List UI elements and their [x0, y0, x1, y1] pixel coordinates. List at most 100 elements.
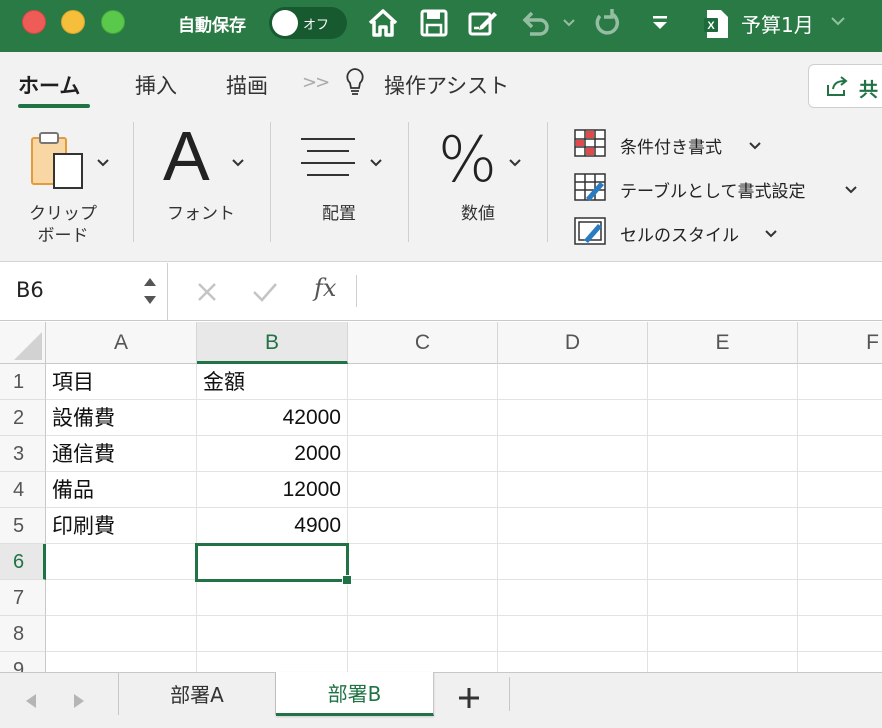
- cell-b7[interactable]: [197, 580, 348, 616]
- sheet-tab-b[interactable]: 部署B: [276, 672, 434, 716]
- tab-insert[interactable]: 挿入: [135, 70, 177, 100]
- row-header-3[interactable]: 3: [0, 436, 46, 472]
- confirm-entry-icon[interactable]: [252, 281, 278, 303]
- cell-e5[interactable]: [648, 508, 798, 544]
- column-header-a[interactable]: A: [46, 322, 197, 364]
- row-header-5[interactable]: 5: [0, 508, 46, 544]
- save-icon[interactable]: [417, 6, 451, 40]
- cell-f1[interactable]: [798, 364, 882, 400]
- cell-b2[interactable]: 42000: [197, 400, 348, 436]
- close-window-button[interactable]: [22, 10, 46, 34]
- row-header-8[interactable]: 8: [0, 616, 46, 652]
- cell-b5[interactable]: 4900: [197, 508, 348, 544]
- font-group[interactable]: A フォント: [145, 117, 255, 252]
- cell-f4[interactable]: [798, 472, 882, 508]
- row-header-2[interactable]: 2: [0, 400, 46, 436]
- cell-d8[interactable]: [498, 616, 648, 652]
- insert-function-button[interactable]: fx: [314, 274, 336, 302]
- cell-c1[interactable]: [348, 364, 498, 400]
- cancel-entry-icon[interactable]: [196, 281, 218, 303]
- add-sheet-icon[interactable]: [456, 685, 482, 711]
- cell-f9[interactable]: [798, 652, 882, 672]
- cell-e9[interactable]: [648, 652, 798, 672]
- cell-e6[interactable]: [648, 544, 798, 580]
- formula-input[interactable]: [364, 263, 874, 320]
- alignment-dropdown-chevron-icon[interactable]: [369, 158, 383, 168]
- cell-b3[interactable]: 2000: [197, 436, 348, 472]
- cell-e4[interactable]: [648, 472, 798, 508]
- column-header-e[interactable]: E: [648, 322, 798, 364]
- clipboard-dropdown-chevron-icon[interactable]: [96, 158, 110, 168]
- cell-e7[interactable]: [648, 580, 798, 616]
- cell-c3[interactable]: [348, 436, 498, 472]
- cell-styles-button[interactable]: セルのスタイル: [574, 216, 882, 250]
- conditional-format-button[interactable]: 条件付き書式: [574, 128, 882, 162]
- cell-d3[interactable]: [498, 436, 648, 472]
- cell-b1[interactable]: 金額: [197, 364, 348, 400]
- clipboard-group[interactable]: クリップ ボード: [10, 122, 120, 252]
- cell-styles-chevron-icon[interactable]: [764, 229, 778, 239]
- minimize-window-button[interactable]: [61, 10, 85, 34]
- cell-c5[interactable]: [348, 508, 498, 544]
- conditional-format-chevron-icon[interactable]: [748, 141, 762, 151]
- tab-draw[interactable]: 描画: [226, 70, 268, 100]
- cell-c6[interactable]: [348, 544, 498, 580]
- cell-d1[interactable]: [498, 364, 648, 400]
- cell-d4[interactable]: [498, 472, 648, 508]
- cell-e3[interactable]: [648, 436, 798, 472]
- font-dropdown-chevron-icon[interactable]: [231, 158, 245, 168]
- home-icon[interactable]: [366, 6, 400, 40]
- cell-f7[interactable]: [798, 580, 882, 616]
- format-as-table-button[interactable]: テーブルとして書式設定: [574, 172, 882, 206]
- row-header-9[interactable]: 9: [0, 652, 46, 672]
- zoom-window-button[interactable]: [101, 10, 125, 34]
- cell-a2[interactable]: 設備費: [46, 400, 197, 436]
- cell-a7[interactable]: [46, 580, 197, 616]
- cell-a1[interactable]: 項目: [46, 364, 197, 400]
- name-box-stepper-icon[interactable]: [142, 273, 158, 309]
- cell-b9[interactable]: [197, 652, 348, 672]
- redo-icon[interactable]: [590, 6, 624, 40]
- previous-sheet-icon[interactable]: [24, 693, 38, 709]
- cell-b4[interactable]: 12000: [197, 472, 348, 508]
- number-group[interactable]: % 数値: [422, 122, 534, 252]
- cell-d2[interactable]: [498, 400, 648, 436]
- select-all-button[interactable]: [0, 322, 46, 364]
- name-box[interactable]: B6: [0, 263, 168, 320]
- cell-c4[interactable]: [348, 472, 498, 508]
- cell-b8[interactable]: [197, 616, 348, 652]
- tab-tell-me[interactable]: 操作アシスト: [384, 70, 509, 100]
- cell-d5[interactable]: [498, 508, 648, 544]
- cell-a4[interactable]: 備品: [46, 472, 197, 508]
- cell-c9[interactable]: [348, 652, 498, 672]
- cell-d6[interactable]: [498, 544, 648, 580]
- undo-icon[interactable]: [518, 6, 552, 40]
- row-header-6[interactable]: 6: [0, 544, 46, 580]
- cell-f2[interactable]: [798, 400, 882, 436]
- edit-document-icon[interactable]: [466, 6, 500, 40]
- cell-e1[interactable]: [648, 364, 798, 400]
- format-as-table-chevron-icon[interactable]: [844, 185, 858, 195]
- cell-a6[interactable]: [46, 544, 197, 580]
- column-header-d[interactable]: D: [498, 322, 648, 364]
- document-title[interactable]: 予算1月: [741, 9, 814, 38]
- title-chevron-down-icon[interactable]: [829, 14, 847, 28]
- row-header-7[interactable]: 7: [0, 580, 46, 616]
- sheet-tab-a[interactable]: 部署A: [118, 673, 276, 715]
- column-header-f[interactable]: F: [798, 322, 882, 364]
- undo-dropdown-chevron-icon[interactable]: [562, 17, 576, 29]
- fill-handle[interactable]: [342, 575, 352, 585]
- cell-f3[interactable]: [798, 436, 882, 472]
- row-header-4[interactable]: 4: [0, 472, 46, 508]
- next-sheet-icon[interactable]: [72, 693, 86, 709]
- cell-f6[interactable]: [798, 544, 882, 580]
- cell-f5[interactable]: [798, 508, 882, 544]
- autosave-toggle[interactable]: オフ: [269, 7, 347, 39]
- tab-home[interactable]: ホーム: [18, 70, 80, 100]
- cell-c7[interactable]: [348, 580, 498, 616]
- row-header-1[interactable]: 1: [0, 364, 46, 400]
- cell-e2[interactable]: [648, 400, 798, 436]
- cell-e8[interactable]: [648, 616, 798, 652]
- cell-c2[interactable]: [348, 400, 498, 436]
- column-header-c[interactable]: C: [348, 322, 498, 364]
